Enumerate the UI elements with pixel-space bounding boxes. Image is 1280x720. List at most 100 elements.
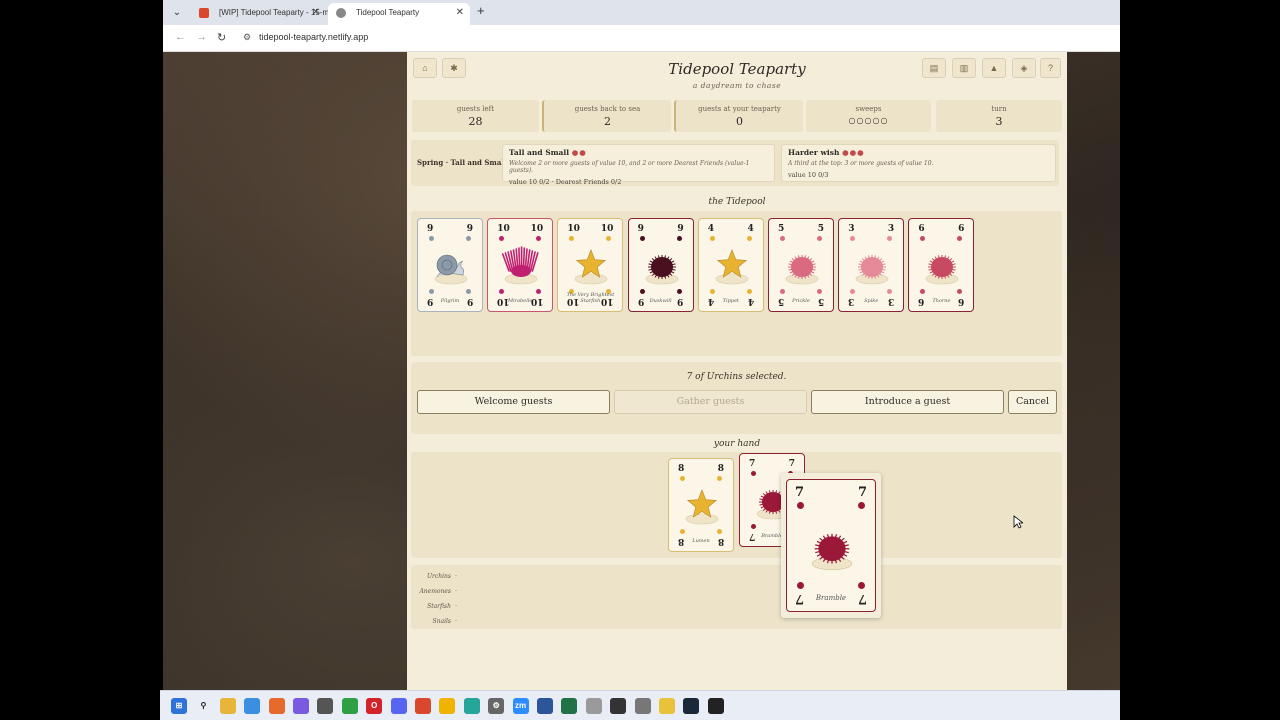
card-zoom-preview: 7 7 7 7 Bramble [781, 473, 881, 618]
opera-icon[interactable]: O [366, 698, 383, 714]
guest-card-star[interactable]: 4 4 4 4 Tippet [697, 218, 764, 312]
selection-message: 7 of Urchins selected. [686, 372, 787, 382]
card-value: 4 [707, 224, 715, 234]
suit-pip-icon [717, 529, 722, 534]
card-value: 5 [778, 224, 785, 234]
help-icon[interactable]: ? [1040, 58, 1061, 78]
season-panel: Spring · Tall and Small Tall and Small ●… [411, 140, 1059, 186]
goal-progress: value 10 0/2 · Dearest Friends 0/2 [509, 178, 622, 186]
card-value: 9 [637, 224, 644, 234]
guest-card-urchin[interactable]: 3 3 3 3 Spike [838, 218, 905, 312]
suit-pip-icon [858, 582, 865, 589]
browser-window: ⌄ [WIP] Tidepool Teaparty - 15-m ✕ Tidep… [163, 0, 1120, 690]
coffee-icon[interactable] [659, 698, 675, 714]
suit-pip-icon [957, 289, 963, 294]
guest-card-star[interactable]: 8 8 8 8 Lumen [668, 458, 734, 552]
terminal-icon[interactable] [610, 698, 627, 714]
goal-card-harder: Harder wish ●●● A third at the top: 3 or… [781, 144, 1056, 182]
site-info-icon[interactable]: ⚙ [243, 32, 251, 43]
tally-label-snails: Snails [432, 618, 451, 625]
hand-area: 8888Lumen7777Bramble [411, 452, 1062, 558]
graduation-cap-icon[interactable]: ▲ [982, 58, 1006, 78]
tab-search-icon[interactable]: ⌄ [169, 5, 185, 21]
settings-icon[interactable]: ⚙ [488, 698, 505, 714]
new-tab-button[interactable]: + [477, 3, 485, 18]
tab-tidepool-teaparty[interactable]: Tidepool Teaparty ✕ [328, 3, 470, 25]
steam-icon[interactable] [683, 698, 700, 714]
suit-pip-icon [639, 289, 645, 294]
zoom-icon[interactable]: zm [512, 698, 529, 714]
back-icon[interactable]: ← [175, 31, 186, 43]
card-name: The Very Brightest Starfish [566, 292, 615, 304]
star-illustration [685, 489, 719, 525]
card-name: Lumen [692, 538, 710, 544]
close-icon[interactable]: ✕ [456, 3, 464, 23]
card-value: 8 [678, 464, 685, 474]
tally-value-urchins: - [455, 573, 457, 579]
notepad-icon[interactable] [244, 698, 261, 714]
tidepool-heading: the Tidepool [708, 197, 766, 207]
guest-card-urchin[interactable]: 6 6 6 6 Thorne [908, 218, 975, 312]
forward-icon[interactable]: → [196, 31, 207, 43]
stat-value: 28 [468, 115, 483, 128]
hand-heading: your hand [713, 439, 761, 449]
card-value: 3 [848, 224, 855, 234]
stat-value: 0 [736, 115, 743, 128]
suit-pip-icon [887, 289, 893, 294]
guest-card-star[interactable]: 10 10 10 10 The Very Brightest Starfish [557, 218, 624, 312]
goal-title: Tall and Small ●● [509, 148, 768, 157]
gather-guests-button[interactable]: Gather guests [614, 390, 807, 414]
close-icon[interactable]: ✕ [312, 3, 320, 23]
tidepool-area: 9 9 9 9 Pilgrim 10 10 10 10 Mirabelle 10 10 10 10 The … [411, 211, 1062, 356]
guest-card-snail[interactable]: 9 9 9 9 Pilgrim [417, 218, 483, 312]
guest-card-urchin[interactable]: 9 9 9 9 Duskwill [627, 218, 694, 312]
capture-icon[interactable] [634, 698, 651, 714]
card-value: 6 [918, 224, 925, 234]
windows-start-icon[interactable]: ⊞ [171, 698, 187, 714]
firefox-icon[interactable] [268, 698, 285, 714]
difficulty-dots: ●●● [842, 148, 865, 157]
card-name: Tippet [722, 298, 739, 304]
guest-card-anemone[interactable]: 10 10 10 10 Mirabelle [487, 218, 554, 312]
audacity-icon[interactable] [439, 698, 456, 714]
excel-icon[interactable] [561, 698, 578, 714]
file-explorer-icon[interactable] [219, 698, 236, 714]
card-value: 9 [427, 224, 434, 234]
stat-value: 3 [995, 115, 1003, 128]
notes-icon[interactable]: ▤ [922, 58, 946, 78]
card-value: 7 [788, 459, 795, 469]
stats-icon[interactable]: ▥ [952, 58, 976, 78]
urchin-illustration [926, 255, 959, 285]
dice-icon[interactable]: ◈ [1012, 58, 1036, 78]
stat-label: turn [991, 105, 1007, 113]
folder-icon[interactable] [585, 698, 602, 714]
card-name: Pilgrim [440, 298, 460, 304]
calculator-icon[interactable] [317, 698, 334, 714]
figma-icon[interactable] [463, 698, 480, 714]
zoomed-card-bramble: 7 7 7 7 Bramble [786, 479, 876, 612]
suit-pip-icon [850, 289, 856, 294]
word-icon[interactable] [537, 698, 553, 714]
stat-label: sweeps [855, 105, 882, 113]
suit-pip-icon [797, 582, 804, 589]
urchin-illustration [645, 255, 678, 285]
url-field[interactable]: tidepool-teaparty.netlify.app [259, 32, 368, 42]
discord-icon[interactable] [390, 698, 407, 714]
record-icon[interactable] [415, 698, 431, 714]
search-icon[interactable]: ⚲ [195, 698, 211, 714]
tab-bar: ⌄ [WIP] Tidepool Teaparty - 15-m ✕ Tidep… [163, 0, 1120, 25]
guest-card-urchin[interactable]: 5 5 5 5 Prickle [768, 218, 834, 312]
stat-value: 2 [604, 115, 611, 128]
cancel-button[interactable]: Cancel [1008, 390, 1057, 414]
tally-value-starfish: - [455, 603, 457, 609]
reload-icon[interactable]: ↻ [217, 31, 226, 44]
introduce-guest-button[interactable]: Introduce a guest [811, 390, 1004, 414]
tab-wip-tidepool[interactable]: [WIP] Tidepool Teaparty - 15-m ✕ [191, 3, 329, 25]
snipping-tool-icon[interactable] [293, 698, 309, 714]
suit-pip-icon [858, 502, 865, 509]
stat-label: guests left [456, 105, 495, 113]
welcome-guests-button[interactable]: Welcome guests [417, 390, 610, 414]
tally-label-urchins: Urchins [426, 573, 451, 580]
obs-icon[interactable] [707, 698, 724, 714]
chrome-icon[interactable] [341, 698, 358, 714]
